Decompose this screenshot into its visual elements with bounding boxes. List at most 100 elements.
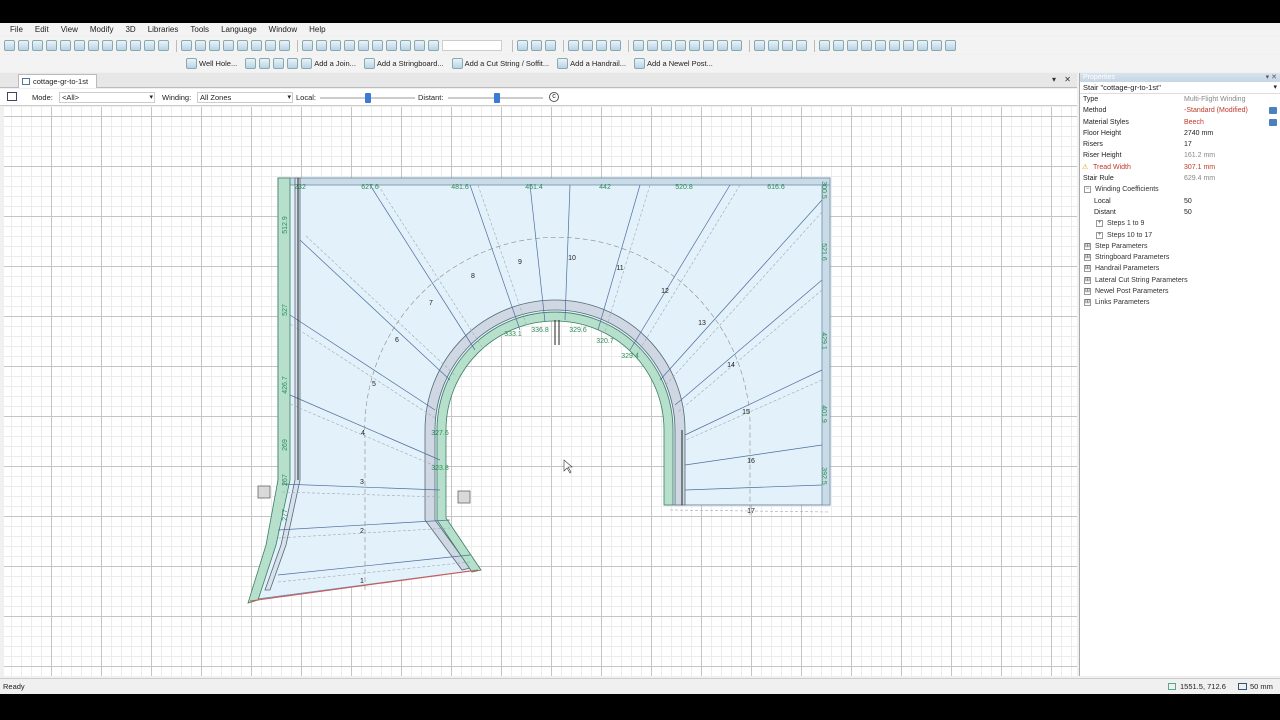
tool-icon-4[interactable] — [60, 40, 71, 51]
grid-scale-icon[interactable] — [1238, 683, 1247, 690]
property-value[interactable]: 307.1 mm — [1184, 162, 1215, 173]
expand-icon[interactable]: ⊞ — [1084, 254, 1091, 262]
newel-post-right[interactable] — [457, 490, 471, 504]
tool-icon-39[interactable] — [661, 40, 672, 51]
property-value[interactable]: Beech — [1184, 117, 1204, 128]
tool-icon-36[interactable] — [610, 40, 621, 51]
expand-icon[interactable]: ⊞ — [1084, 242, 1091, 250]
edit-tool-icon[interactable] — [273, 58, 285, 69]
toolbar-button-4[interactable]: Add a Handrail... — [557, 58, 626, 69]
newel-post-left[interactable] — [257, 485, 271, 499]
tool-icon-51[interactable] — [847, 40, 858, 51]
object-select[interactable]: Stair "cottage-gr-to-1st" — [1080, 82, 1280, 94]
tool-icon-33[interactable] — [568, 40, 579, 51]
tool-icon-43[interactable] — [717, 40, 728, 51]
drawing-canvas[interactable]: 232 627.6 481.6 451.4 442 520.8 616.6 300.5 521.… — [4, 107, 1077, 676]
toolbar-button-5[interactable]: Add a Newel Post... — [634, 58, 713, 69]
tool-icon-9[interactable] — [130, 40, 141, 51]
view-options-icon[interactable] — [7, 92, 17, 101]
tool-icon-44[interactable] — [731, 40, 742, 51]
category-handrail-parameters[interactable]: ⊞ Handrail Parameters — [1080, 263, 1280, 274]
command-field[interactable] — [442, 40, 502, 51]
toolbar-button-1[interactable]: Add a Join... — [301, 58, 356, 69]
tool-icon-2[interactable] — [32, 40, 43, 51]
tool-icon-52[interactable] — [861, 40, 872, 51]
tool-icon-12[interactable] — [181, 40, 192, 51]
tool-icon-49[interactable] — [819, 40, 830, 51]
tool-icon-15[interactable] — [223, 40, 234, 51]
menu-edit[interactable]: Edit — [35, 25, 49, 34]
tool-icon-11[interactable] — [158, 40, 169, 51]
property-value[interactable]: 17 — [1184, 139, 1192, 150]
toolbar-button-3[interactable]: Add a Cut String / Soffit... — [451, 58, 549, 69]
edit-style-icon[interactable] — [1269, 107, 1277, 115]
category-step-parameters[interactable]: ⊞ Step Parameters — [1080, 241, 1280, 252]
tool-icon-58[interactable] — [945, 40, 956, 51]
menu-modify[interactable]: Modify — [90, 25, 114, 34]
toolbar-button-0[interactable]: Well Hole... — [186, 58, 237, 69]
winding-select[interactable]: All Zones — [197, 92, 293, 103]
expand-icon[interactable]: ⊞ — [1084, 288, 1091, 296]
category-newel-post-parameters[interactable]: ⊞ Newel Post Parameters — [1080, 286, 1280, 297]
reset-icon[interactable]: c — [549, 92, 559, 102]
edit-tool-icon[interactable] — [245, 58, 257, 69]
expand-icon[interactable]: ⊞ — [1084, 276, 1091, 284]
tool-icon-13[interactable] — [195, 40, 206, 51]
mode-select[interactable]: <All> — [59, 92, 155, 103]
tool-icon-10[interactable] — [144, 40, 155, 51]
tool-icon-53[interactable] — [875, 40, 886, 51]
property-row[interactable]: Risers 17 — [1080, 139, 1280, 150]
tool-icon-14[interactable] — [209, 40, 220, 51]
stair-plan-drawing[interactable]: 232 627.6 481.6 451.4 442 520.8 616.6 300.5 521.… — [4, 107, 1077, 676]
property-value[interactable]: 50 — [1184, 207, 1192, 218]
property-row[interactable]: Distant 50 — [1080, 207, 1280, 218]
subcategory-steps[interactable]: + Steps 10 to 17 — [1080, 230, 1280, 241]
expand-icon[interactable]: ⊞ — [1084, 299, 1091, 307]
tool-icon-35[interactable] — [596, 40, 607, 51]
tool-icon-7[interactable] — [102, 40, 113, 51]
snap-icon[interactable] — [1168, 683, 1176, 690]
subcategory-steps[interactable]: + Steps 1 to 9 — [1080, 218, 1280, 229]
expand-icon[interactable]: + — [1096, 231, 1103, 239]
tool-icon-54[interactable] — [889, 40, 900, 51]
tool-icon-19[interactable] — [279, 40, 290, 51]
tool-icon-32[interactable] — [545, 40, 556, 51]
property-row[interactable]: Method -Standard (Modified) — [1080, 105, 1280, 116]
property-value[interactable]: -Standard (Modified) — [1184, 105, 1248, 116]
property-row[interactable]: Floor Height 2740 mm — [1080, 128, 1280, 139]
tool-icon-0[interactable] — [4, 40, 15, 51]
tab-cottage-gr-to-1st[interactable]: cottage-gr-to-1st — [18, 74, 98, 88]
category-winding-coefficients[interactable]: − Winding Coefficients — [1080, 184, 1280, 195]
property-row[interactable]: Riser Height 161.2 mm — [1080, 150, 1280, 161]
category-links-parameters[interactable]: ⊞ Links Parameters — [1080, 297, 1280, 308]
tool-icon-41[interactable] — [689, 40, 700, 51]
property-row[interactable]: Stair Rule 629.4 mm — [1080, 173, 1280, 184]
chevron-down-icon[interactable]: ▾ — [1052, 75, 1056, 84]
panel-controls[interactable]: ▾ ✕ — [1266, 73, 1277, 82]
tool-icon-55[interactable] — [903, 40, 914, 51]
expand-icon[interactable]: + — [1096, 220, 1103, 228]
tool-icon-37[interactable] — [633, 40, 644, 51]
tool-icon-31[interactable] — [531, 40, 542, 51]
tool-icon-23[interactable] — [344, 40, 355, 51]
category-lateral-cut-string-parameters[interactable]: ⊞ Lateral Cut String Parameters — [1080, 275, 1280, 286]
tool-icon-46[interactable] — [768, 40, 779, 51]
tool-icon-24[interactable] — [358, 40, 369, 51]
tool-icon-45[interactable] — [754, 40, 765, 51]
expand-icon[interactable]: ⊞ — [1084, 265, 1091, 273]
tool-icon-1[interactable] — [18, 40, 29, 51]
tool-icon-34[interactable] — [582, 40, 593, 51]
tool-icon-42[interactable] — [703, 40, 714, 51]
toolbar-button-2[interactable]: Add a Stringboard... — [363, 58, 444, 69]
property-row[interactable]: ⚠ Tread Width 307.1 mm — [1080, 162, 1280, 173]
category-stringboard-parameters[interactable]: ⊞ Stringboard Parameters — [1080, 252, 1280, 263]
tool-icon-5[interactable] — [74, 40, 85, 51]
tool-icon-21[interactable] — [316, 40, 327, 51]
tool-icon-47[interactable] — [782, 40, 793, 51]
property-row[interactable]: Local 50 — [1080, 196, 1280, 207]
menu-view[interactable]: View — [61, 25, 78, 34]
tool-icon-26[interactable] — [386, 40, 397, 51]
property-value[interactable]: 50 — [1184, 196, 1192, 207]
edit-style-icon[interactable] — [1269, 118, 1277, 126]
edit-tool-icon[interactable] — [287, 58, 299, 69]
